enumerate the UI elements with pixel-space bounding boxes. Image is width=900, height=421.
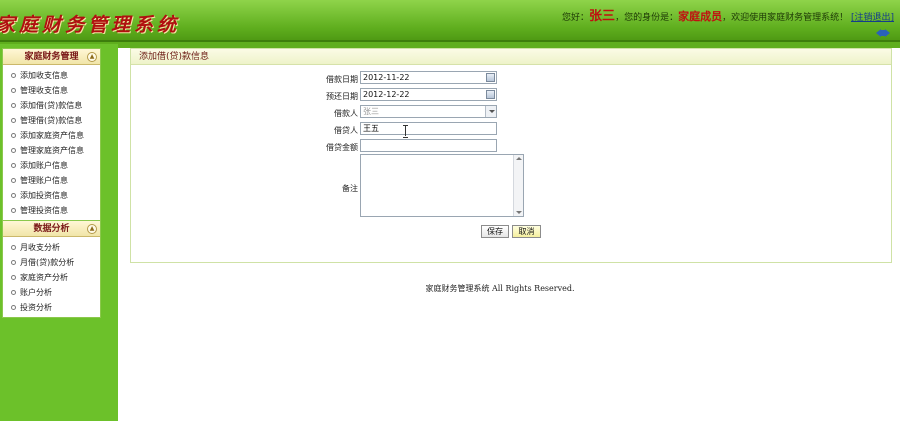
cancel-button[interactable]: 取消	[512, 225, 541, 238]
bullet-icon	[11, 193, 16, 198]
text-cursor-icon	[403, 125, 409, 138]
sidebar-item-manage-investment[interactable]: 管理投资信息	[3, 203, 100, 218]
save-button[interactable]: 保存	[481, 225, 509, 238]
sidebar-item-monthly-loan-analysis[interactable]: 月借(贷)款分析	[3, 255, 100, 270]
app-logo: 家庭财务管理系统	[0, 14, 181, 36]
sidebar-item-assets-analysis[interactable]: 家庭资产分析	[3, 270, 100, 285]
due-date-input[interactable]: 2012-12-22	[360, 88, 497, 101]
bullet-icon	[11, 245, 16, 250]
due-date-label: 预还日期	[326, 92, 358, 101]
panel-finance-management: 家庭财务管理 ▲ 添加收支信息 管理收支信息 添加借(贷)款信息 管理借(贷)款…	[2, 48, 101, 221]
sidebar-item-manage-account[interactable]: 管理账户信息	[3, 173, 100, 188]
calendar-icon[interactable]	[486, 90, 495, 99]
bullet-icon	[11, 290, 16, 295]
lender-input[interactable]: 王五	[360, 122, 497, 135]
loan-date-label: 借款日期	[326, 75, 358, 84]
form-title: 添加借(贷)款信息	[131, 49, 891, 65]
sidebar-item-manage-assets[interactable]: 管理家庭资产信息	[3, 143, 100, 158]
bullet-icon	[11, 103, 16, 108]
sidebar-toggle-icon[interactable]	[876, 29, 890, 38]
collapse-icon[interactable]: ▲	[87, 224, 97, 234]
bullet-icon	[11, 118, 16, 123]
chevron-down-icon[interactable]	[485, 106, 496, 117]
sidebar-item-add-investment[interactable]: 添加投资信息	[3, 188, 100, 203]
sidebar: 家庭财务管理 ▲ 添加收支信息 管理收支信息 添加借(贷)款信息 管理借(贷)款…	[0, 44, 118, 421]
logout-link[interactable]: [注销退出]	[851, 13, 894, 23]
sidebar-item-add-assets[interactable]: 添加家庭资产信息	[3, 128, 100, 143]
sidebar-item-monthly-income-analysis[interactable]: 月收支分析	[3, 240, 100, 255]
amount-label: 借贷金额	[326, 143, 358, 152]
panel-data-analysis: 数据分析 ▲ 月收支分析 月借(贷)款分析 家庭资产分析 账户分析 投资分析	[2, 220, 101, 318]
sidebar-item-account-analysis[interactable]: 账户分析	[3, 285, 100, 300]
welcome-message: 您好：张三，您的身份是：家庭成员，欢迎使用家庭财务管理系统！ [注销退出]	[562, 5, 894, 24]
loan-date-input[interactable]: 2012-11-22	[360, 71, 497, 84]
textarea-scrollbar[interactable]	[513, 155, 523, 216]
borrower-label: 借款人	[334, 109, 358, 118]
borrower-select[interactable]: 张三	[360, 105, 497, 118]
bullet-icon	[11, 208, 16, 213]
sidebar-item-add-account[interactable]: 添加账户信息	[3, 158, 100, 173]
bullet-icon	[11, 163, 16, 168]
bullet-icon	[11, 178, 16, 183]
lender-label: 借贷人	[334, 126, 358, 135]
note-label: 备注	[342, 184, 358, 193]
note-textarea[interactable]	[360, 154, 524, 217]
bullet-icon	[11, 133, 16, 138]
bullet-icon	[11, 260, 16, 265]
bullet-icon	[11, 73, 16, 78]
panel-title: 数据分析 ▲	[3, 221, 100, 237]
bullet-icon	[11, 305, 16, 310]
bullet-icon	[11, 148, 16, 153]
sidebar-item-add-income-expense[interactable]: 添加收支信息	[3, 68, 100, 83]
welcome-suffix: ，欢迎使用家庭财务管理系统！	[722, 13, 849, 23]
amount-input[interactable]	[360, 139, 497, 152]
header-bar: 家庭财务管理系统 您好：张三，您的身份是：家庭成员，欢迎使用家庭财务管理系统！ …	[0, 0, 900, 42]
collapse-icon[interactable]: ▲	[87, 52, 97, 62]
user-name: 张三	[589, 9, 616, 24]
sidebar-item-investment-analysis[interactable]: 投资分析	[3, 300, 100, 315]
sidebar-item-manage-loan[interactable]: 管理借(贷)款信息	[3, 113, 100, 128]
role-prefix: ，您的身份是：	[615, 13, 679, 23]
bullet-icon	[11, 275, 16, 280]
sidebar-item-add-loan[interactable]: 添加借(贷)款信息	[3, 98, 100, 113]
footer-copyright: 家庭财务管理系统 All Rights Reserved.	[425, 284, 575, 293]
bullet-icon	[11, 88, 16, 93]
welcome-prefix: 您好：	[562, 13, 590, 23]
panel-title: 家庭财务管理 ▲	[3, 49, 100, 65]
calendar-icon[interactable]	[486, 73, 495, 82]
user-role: 家庭成员	[678, 10, 723, 23]
sidebar-item-manage-income-expense[interactable]: 管理收支信息	[3, 83, 100, 98]
